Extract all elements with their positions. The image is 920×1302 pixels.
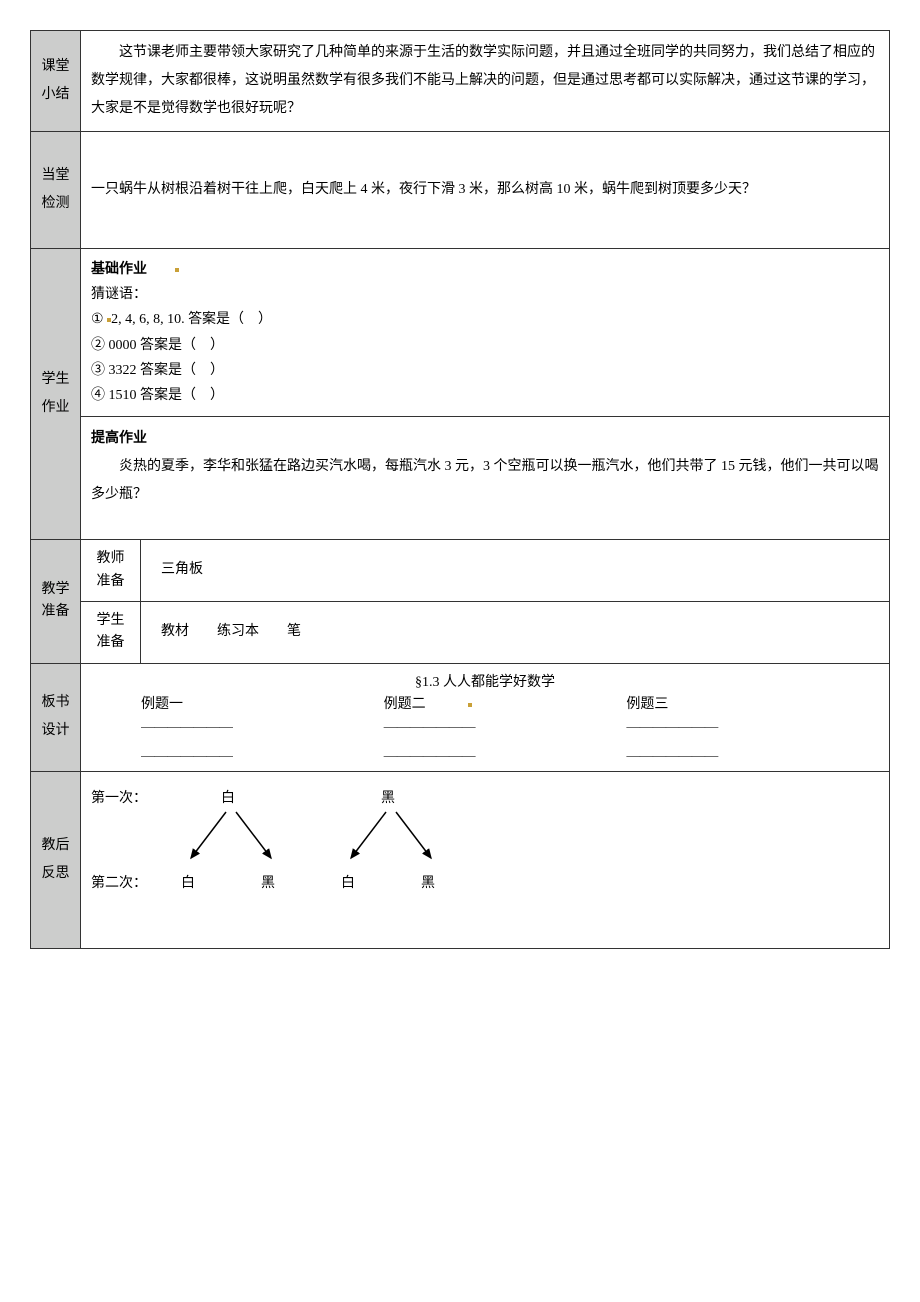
homework-label: 学生作业 <box>31 249 81 540</box>
board-label: 板书设计 <box>31 663 81 772</box>
summary-label: 课堂小结 <box>31 31 81 132</box>
prep-student-value: 教材 练习本 笔 <box>141 601 890 663</box>
quiz-content: 一只蜗牛从树根沿着树干往上爬，白天爬上 4 米，夜行下滑 3 米，那么树高 10… <box>81 132 890 249</box>
reflect-black-2a: 黑 <box>261 870 275 898</box>
board-title: §1.3 人人都能学好数学 <box>91 672 879 694</box>
hw-item2: ② 0000 答案是（ ） <box>91 333 879 358</box>
reflect-black-1: 黑 <box>381 785 395 813</box>
underline: ＿＿＿＿＿＿＿ <box>121 712 364 734</box>
underline: ＿＿＿＿＿＿＿ <box>364 741 607 763</box>
reflect-label: 教后反思 <box>31 772 81 949</box>
homework-advanced-row: 提高作业 炎热的夏季，李华和张猛在路边买汽水喝，每瓶汽水 3 元，3 个空瓶可以… <box>31 417 890 540</box>
reflect-black-2b: 黑 <box>421 870 435 898</box>
hw-item3: ③ 3322 答案是（ ） <box>91 358 879 383</box>
reflect-content: 第一次： 白 黑 第二次： 白 黑 白 <box>81 772 890 949</box>
prep-teacher-row: 教学准备 教师准备 三角板 <box>31 540 890 602</box>
hw-adv-title: 提高作业 <box>91 425 879 453</box>
prep-student-label: 学生准备 <box>81 601 141 663</box>
quiz-label: 当堂检测 <box>31 132 81 249</box>
summary-content: 这节课老师主要带领大家研究了几种简单的来源于生活的数学实际问题，并且通过全班同学… <box>81 31 890 132</box>
underline: ＿＿＿＿＿＿＿ <box>606 741 849 763</box>
lesson-plan-table: 课堂小结 这节课老师主要带领大家研究了几种简单的来源于生活的数学实际问题，并且通… <box>30 30 890 949</box>
underline: ＿＿＿＿＿＿＿ <box>121 741 364 763</box>
board-content: §1.3 人人都能学好数学 例题一 例题二 例题三 ＿＿＿＿＿＿＿ ＿＿＿＿＿＿… <box>81 663 890 772</box>
summary-row: 课堂小结 这节课老师主要带领大家研究了几种简单的来源于生活的数学实际问题，并且通… <box>31 31 890 132</box>
prep-student-row: 学生准备 教材 练习本 笔 <box>31 601 890 663</box>
hw-basic-title: 基础作业 <box>91 262 147 277</box>
hw-riddle: 猜谜语： <box>91 282 879 307</box>
quiz-row: 当堂检测 一只蜗牛从树根沿着树干往上爬，白天爬上 4 米，夜行下滑 3 米，那么… <box>31 132 890 249</box>
homework-advanced: 提高作业 炎热的夏季，李华和张猛在路边买汽水喝，每瓶汽水 3 元，3 个空瓶可以… <box>81 417 890 540</box>
reflect-row: 教后反思 第一次： 白 黑 第二次： <box>31 772 890 949</box>
decorative-dot <box>468 703 472 707</box>
hw-item4: ④ 1510 答案是（ ） <box>91 383 879 408</box>
prep-teacher-label: 教师准备 <box>81 540 141 602</box>
decorative-dot <box>175 268 179 272</box>
board-row: 板书设计 §1.3 人人都能学好数学 例题一 例题二 例题三 ＿＿＿＿＿＿＿ ＿… <box>31 663 890 772</box>
reflect-white-1: 白 <box>221 785 235 813</box>
reflect-white-2b: 白 <box>341 870 355 898</box>
homework-basic: 基础作业 猜谜语： ① 2, 4, 6, 8, 10. 答案是（ ） ② 000… <box>81 249 890 417</box>
prep-teacher-value: 三角板 <box>141 540 890 602</box>
arrow-icon <box>161 810 441 865</box>
prep-label: 教学准备 <box>31 540 81 664</box>
reflect-white-2a: 白 <box>181 870 195 898</box>
underline: ＿＿＿＿＿＿＿ <box>606 712 849 734</box>
hw-adv-text: 炎热的夏季，李华和张猛在路边买汽水喝，每瓶汽水 3 元，3 个空瓶可以换一瓶汽水… <box>91 453 879 509</box>
reflect-row1-label: 第一次： <box>91 785 147 813</box>
underline: ＿＿＿＿＿＿＿ <box>364 712 607 734</box>
homework-basic-row: 学生作业 基础作业 猜谜语： ① 2, 4, 6, 8, 10. 答案是（ ） … <box>31 249 890 417</box>
reflect-row2-label: 第二次： <box>91 870 147 898</box>
hw-item1: ① 2, 4, 6, 8, 10. 答案是（ ） <box>91 307 879 332</box>
